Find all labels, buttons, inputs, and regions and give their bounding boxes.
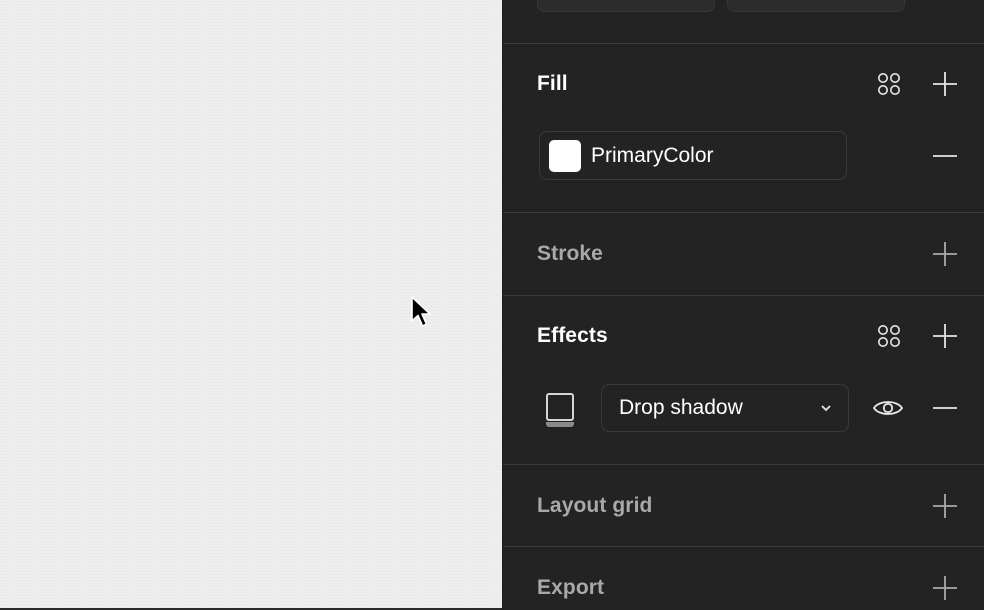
section-divider	[503, 295, 984, 296]
mouse-pointer-icon	[411, 296, 431, 327]
fill-section-title: Fill	[537, 72, 568, 95]
effects-section-title: Effects	[537, 324, 608, 347]
add-layout-grid-plus-icon[interactable]	[929, 490, 961, 522]
drop-shadow-icon[interactable]	[546, 393, 576, 429]
effect-type-label: Drop shadow	[619, 396, 743, 419]
color-swatch[interactable]	[549, 139, 581, 172]
section-divider	[503, 546, 984, 547]
eye-icon[interactable]	[870, 392, 906, 424]
chevron-down-icon	[821, 405, 831, 412]
add-stroke-plus-icon[interactable]	[929, 238, 961, 270]
fill-style-grid-icon[interactable]	[873, 68, 905, 100]
section-divider	[503, 43, 984, 44]
properties-panel: Fill PrimaryColor Stroke Effects Drop sh…	[502, 0, 984, 610]
add-export-plus-icon[interactable]	[929, 572, 961, 604]
effect-type-select[interactable]: Drop shadow	[601, 384, 849, 432]
add-effect-plus-icon[interactable]	[929, 320, 961, 352]
layout-grid-section-title: Layout grid	[537, 494, 653, 517]
color-style-name: PrimaryColor	[591, 143, 714, 167]
fill-color-style-field[interactable]: PrimaryColor	[539, 131, 847, 180]
section-divider	[503, 212, 984, 213]
stroke-section-title: Stroke	[537, 242, 603, 265]
add-fill-plus-icon[interactable]	[929, 68, 961, 100]
top-field-left[interactable]	[537, 0, 715, 12]
export-section-title: Export	[537, 576, 605, 599]
remove-effect-minus-icon[interactable]	[929, 392, 961, 424]
effects-style-grid-icon[interactable]	[873, 320, 905, 352]
top-field-right[interactable]	[727, 0, 905, 12]
remove-fill-minus-icon[interactable]	[929, 140, 961, 172]
section-divider	[503, 464, 984, 465]
